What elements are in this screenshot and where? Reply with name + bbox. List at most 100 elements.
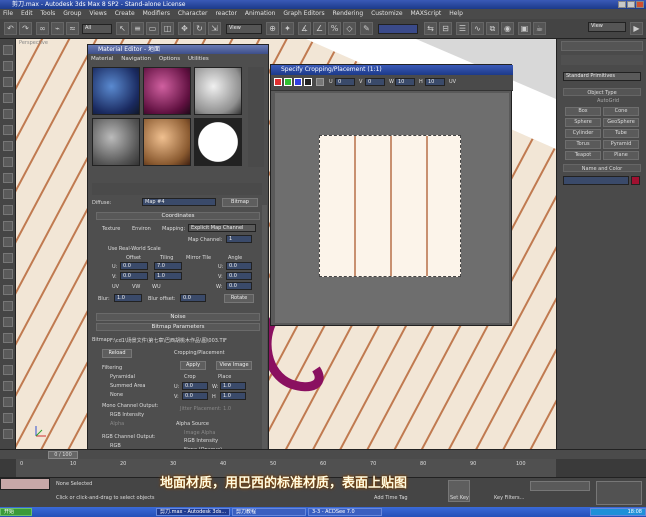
snap-icon[interactable]: ∡ xyxy=(298,22,311,35)
rect-region-icon[interactable]: ▭ xyxy=(146,22,159,35)
mirror-icon[interactable]: ⇆ xyxy=(424,22,437,35)
object-type-rollout[interactable]: Object Type xyxy=(563,88,641,96)
jitter-placement-label[interactable]: Jitter Placement: 1.0 xyxy=(180,406,231,412)
taskbar-item-3dsmax[interactable]: 剪刀.max - Autodesk 3ds... xyxy=(156,508,230,516)
minimize-button[interactable] xyxy=(618,1,626,8)
green-channel-icon[interactable] xyxy=(284,78,292,86)
material-side-toolbar[interactable] xyxy=(248,67,264,167)
crop-dialog-h-field[interactable]: 10 xyxy=(425,78,445,86)
blur-offset-field[interactable]: 0.0 xyxy=(180,294,206,302)
named-selection-icon[interactable]: ✎ xyxy=(360,22,373,35)
crop-dialog-v-field[interactable]: 0 xyxy=(365,78,385,86)
pyramidal-radio[interactable]: Pyramidal xyxy=(110,374,135,380)
tool-icon[interactable] xyxy=(3,317,13,327)
rotate-button[interactable]: Rotate xyxy=(224,294,254,303)
manipulate-icon[interactable]: ✦ xyxy=(281,22,294,35)
mapping-dropdown[interactable]: Explicit Map Channel xyxy=(188,224,256,232)
select-icon[interactable]: ↖ xyxy=(116,22,129,35)
menu-reactor[interactable]: reactor xyxy=(215,10,237,17)
torus-button[interactable]: Torus xyxy=(565,140,601,149)
material-editor-scrollbar[interactable] xyxy=(262,205,267,455)
bitmap-preview[interactable] xyxy=(319,135,461,277)
close-button[interactable] xyxy=(636,1,644,8)
tool-icon[interactable] xyxy=(3,189,13,199)
menu-navigation[interactable]: Navigation xyxy=(121,56,151,62)
u-tiling-field[interactable]: 7.0 xyxy=(154,262,182,270)
tool-icon[interactable] xyxy=(3,269,13,279)
percent-snap-icon[interactable]: % xyxy=(328,22,341,35)
menu-help[interactable]: Help xyxy=(449,10,463,17)
menu-views[interactable]: Views xyxy=(89,10,106,17)
start-button[interactable]: 开始 xyxy=(0,508,32,516)
sphere-button[interactable]: Sphere xyxy=(565,118,601,127)
unlink-icon[interactable]: ⌁ xyxy=(51,22,64,35)
tool-icon[interactable] xyxy=(3,413,13,423)
u-angle-field[interactable]: 0.0 xyxy=(226,262,252,270)
noise-rollout[interactable]: Noise xyxy=(96,313,260,321)
ref-coord-dropdown[interactable]: View xyxy=(226,24,262,34)
render-scene-icon[interactable]: ▣ xyxy=(518,22,531,35)
menu-edit[interactable]: Edit xyxy=(21,10,33,17)
named-selection-field[interactable] xyxy=(378,24,418,34)
tool-icon[interactable] xyxy=(3,349,13,359)
crop-v-field[interactable]: 0.0 xyxy=(182,392,208,400)
uv-radio[interactable]: UV xyxy=(112,284,119,290)
viewport-nav-controls[interactable] xyxy=(596,481,642,505)
tool-icon[interactable] xyxy=(3,381,13,391)
blue-channel-icon[interactable] xyxy=(294,78,302,86)
taskbar-item-tutorial[interactable]: 剪刀教程 xyxy=(232,508,306,516)
tool-icon[interactable] xyxy=(3,397,13,407)
tool-icon[interactable] xyxy=(3,61,13,71)
tool-icon[interactable] xyxy=(3,77,13,87)
material-bottom-toolbar[interactable] xyxy=(92,183,262,195)
object-name-field[interactable] xyxy=(563,176,629,185)
tool-icon[interactable] xyxy=(3,173,13,183)
image-alpha-radio[interactable]: Image Alpha xyxy=(184,430,215,436)
menu-customize[interactable]: Customize xyxy=(371,10,403,17)
select-by-name-icon[interactable]: ≡ xyxy=(131,22,144,35)
time-slider[interactable]: 0 / 100 xyxy=(0,449,646,459)
red-channel-icon[interactable] xyxy=(274,78,282,86)
mono-alpha-radio[interactable]: Alpha xyxy=(110,421,124,427)
align-icon[interactable]: ⊟ xyxy=(439,22,452,35)
texture-radio[interactable]: Texture xyxy=(102,226,120,232)
menu-maxscript[interactable]: MAXScript xyxy=(410,10,441,17)
place-radio[interactable]: Place xyxy=(218,374,231,380)
link-icon[interactable]: ∞ xyxy=(36,22,49,35)
tool-icon[interactable] xyxy=(3,221,13,231)
real-world-checkbox[interactable]: Use Real-World Scale xyxy=(108,246,161,252)
apply-checkbox[interactable]: Apply xyxy=(180,361,206,370)
crop-preview-area[interactable] xyxy=(275,93,509,323)
filter-none-radio[interactable]: None xyxy=(110,392,123,398)
tool-icon[interactable] xyxy=(3,365,13,375)
add-time-tag[interactable]: Add Time Tag xyxy=(374,495,408,501)
undo-icon[interactable]: ↶ xyxy=(4,22,17,35)
tool-icon[interactable] xyxy=(3,125,13,135)
crop-u-field[interactable]: 0.0 xyxy=(182,382,208,390)
menu-options[interactable]: Options xyxy=(159,56,180,62)
menu-character[interactable]: Character xyxy=(178,10,208,17)
move-icon[interactable]: ✥ xyxy=(178,22,191,35)
view-image-button[interactable]: View Image xyxy=(216,361,252,370)
taskbar-item-acdsee[interactable]: 3-3 - ACDSee 7.0 xyxy=(308,508,382,516)
summed-area-radio[interactable]: Summed Area xyxy=(110,383,145,389)
tool-icon[interactable] xyxy=(3,93,13,103)
crop-w-field[interactable]: 1.0 xyxy=(220,382,246,390)
tool-icon[interactable] xyxy=(3,333,13,343)
crop-dialog-u-field[interactable]: 0 xyxy=(335,78,355,86)
v-tiling-field[interactable]: 1.0 xyxy=(154,272,182,280)
command-panel-tabs[interactable] xyxy=(561,41,643,51)
tube-button[interactable]: Tube xyxy=(603,129,639,138)
w-angle-field[interactable]: 0.0 xyxy=(226,282,252,290)
box-button[interactable]: Box xyxy=(565,107,601,116)
menu-rendering[interactable]: Rendering xyxy=(333,10,364,17)
wu-radio[interactable]: WU xyxy=(152,284,161,290)
object-color-swatch[interactable] xyxy=(631,176,640,185)
primitive-type-dropdown[interactable]: Standard Primitives xyxy=(563,72,641,81)
coordinates-rollout[interactable]: Coordinates xyxy=(96,212,260,220)
blur-field[interactable]: 1.0 xyxy=(114,294,142,302)
bind-warp-icon[interactable]: ≈ xyxy=(66,22,79,35)
curve-editor-icon[interactable]: ∿ xyxy=(471,22,484,35)
menu-file[interactable]: File xyxy=(3,10,13,17)
redo-icon[interactable]: ↷ xyxy=(19,22,32,35)
